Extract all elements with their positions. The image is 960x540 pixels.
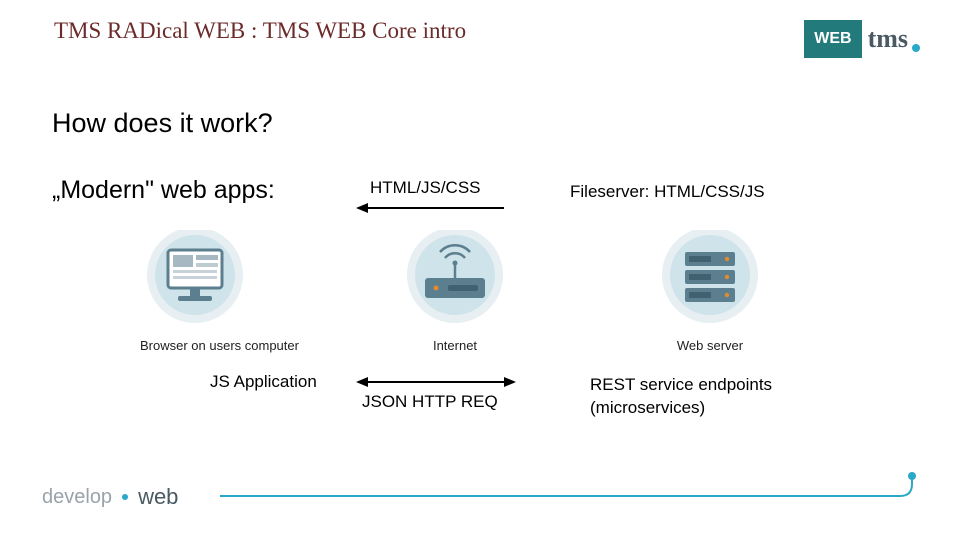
- logo-dot-icon: [912, 44, 920, 52]
- logo-web-badge: WEB: [804, 20, 861, 58]
- footer: develop web: [42, 484, 178, 510]
- arrow-double-icon: [356, 374, 516, 390]
- browser-caption: Browser on users computer: [140, 338, 299, 353]
- subheading: „Modern" web apps:: [52, 176, 275, 205]
- logo-tms-text: tms: [868, 24, 920, 54]
- slide-title: TMS RADical WEB : TMS WEB Core intro: [54, 18, 466, 44]
- footer-dot-icon: [122, 494, 128, 500]
- server-caption: Web server: [655, 338, 765, 353]
- footer-web: web: [138, 484, 178, 510]
- slide-root: TMS RADical WEB : TMS WEB Core intro WEB…: [0, 0, 960, 540]
- heading: How does it work?: [52, 108, 273, 139]
- internet-caption: Internet: [400, 338, 510, 353]
- browser-icon: Browser on users computer: [140, 230, 299, 353]
- server-icon: Web server: [655, 230, 765, 353]
- rest-line2: (microservices): [590, 398, 705, 417]
- flow-line-icon: [220, 472, 920, 502]
- logo-tms-label: tms: [868, 24, 908, 54]
- logo: WEB tms: [804, 20, 920, 58]
- label-fileserver: Fileserver: HTML/CSS/JS: [570, 182, 765, 202]
- internet-icon: Internet: [400, 230, 510, 353]
- arrow-left-icon: [356, 200, 506, 216]
- label-js-application: JS Application: [210, 372, 317, 392]
- label-html-js-css: HTML/JS/CSS: [370, 178, 481, 198]
- label-json-http-req: JSON HTTP REQ: [362, 392, 498, 412]
- rest-line1: REST service endpoints: [590, 375, 772, 394]
- label-rest-endpoints: REST service endpoints (microservices): [590, 374, 772, 420]
- footer-develop: develop: [42, 486, 112, 509]
